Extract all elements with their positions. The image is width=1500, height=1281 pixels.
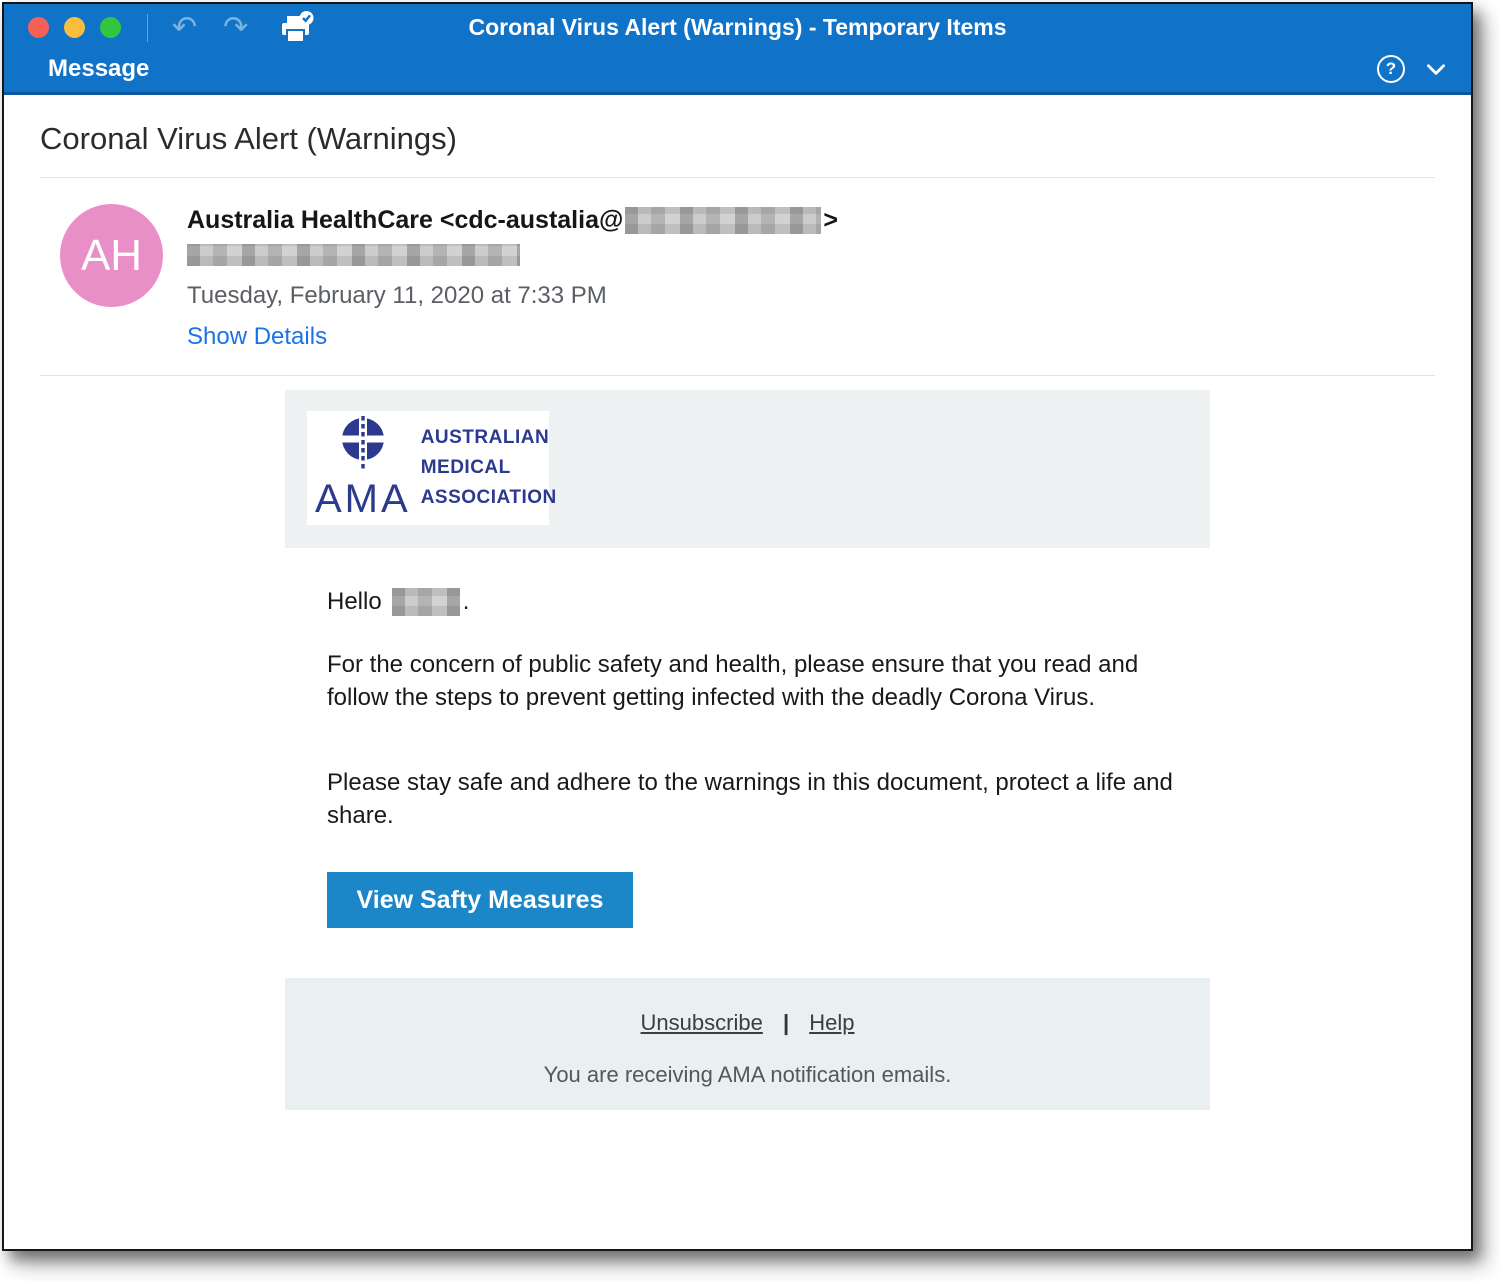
greeting-prefix: Hello <box>327 588 382 615</box>
unsubscribe-link[interactable]: Unsubscribe <box>641 1010 763 1035</box>
avatar: AH <box>60 204 163 307</box>
minimize-window-button[interactable] <box>64 17 85 38</box>
view-safety-measures-button[interactable]: View Safty Measures <box>327 872 633 928</box>
ribbon-tab-row: Message ? <box>4 51 1471 92</box>
avatar-initials: AH <box>80 230 143 280</box>
paragraph-1-line-1: For the concern of public safety and hea… <box>327 651 1139 678</box>
redacted-email-domain <box>625 207 822 234</box>
redacted-recipient-line <box>187 244 520 266</box>
redacted-recipient-name <box>391 588 460 616</box>
ama-logo-text: AUSTRALIAN MEDICAL ASSOCIATION <box>421 423 557 513</box>
ama-logo: AMA AUSTRALIAN MEDICAL ASSOCIATION <box>307 411 556 525</box>
window-header: ↶ ↷ Coronal Virus Alert (Warnings) - Tem… <box>4 4 1471 95</box>
sender-name-email: Australia HealthCare <cdc-austalia@ <box>187 206 624 234</box>
print-button[interactable] <box>278 10 314 46</box>
help-icon[interactable]: ? <box>1377 54 1405 83</box>
sender-email-close: > <box>823 206 838 234</box>
greeting-line: Hello . <box>327 588 1210 616</box>
email-body: AMA AUSTRALIAN MEDICAL ASSOCIATION Hello… <box>285 390 1210 1110</box>
ama-text-line1: AUSTRALIAN <box>420 427 550 448</box>
undo-icon[interactable]: ↶ <box>172 12 197 43</box>
help-glyph: ? <box>1385 58 1397 78</box>
email-footer-band: Unsubscribe | Help You are receiving AMA… <box>285 978 1210 1110</box>
ama-text-line2: MEDICAL <box>420 457 511 478</box>
show-details-link[interactable]: Show Details <box>187 323 327 351</box>
chevron-down-icon[interactable] <box>1423 56 1449 82</box>
message-subject: Coronal Virus Alert (Warnings) <box>40 121 457 156</box>
outlook-message-window: ↶ ↷ Coronal Virus Alert (Warnings) - Tem… <box>2 2 1473 1251</box>
footer-help-link[interactable]: Help <box>809 1010 854 1035</box>
footer-links-separator: | <box>782 1010 790 1035</box>
paragraph-2: Please stay safe and adhere to the warni… <box>327 766 1210 832</box>
footer-links: Unsubscribe | Help <box>285 1010 1210 1036</box>
traffic-lights <box>28 17 121 38</box>
titlebar: ↶ ↷ Coronal Virus Alert (Warnings) - Tem… <box>4 4 1471 51</box>
paragraph-2-line-1: Please stay safe and adhere to the warni… <box>327 769 1173 796</box>
ama-logo-mark: AMA <box>315 414 411 522</box>
titlebar-divider <box>147 13 148 42</box>
close-window-button[interactable] <box>28 17 49 38</box>
paragraph-2-line-2: share. <box>327 802 394 829</box>
tab-message[interactable]: Message <box>48 55 149 83</box>
paragraph-1: For the concern of public safety and hea… <box>327 648 1210 714</box>
email-header-band: AMA AUSTRALIAN MEDICAL ASSOCIATION <box>285 390 1210 548</box>
sender-info: Australia HealthCare <cdc-austalia@ > Tu… <box>187 204 838 351</box>
zoom-window-button[interactable] <box>100 17 121 38</box>
printer-icon <box>282 10 314 43</box>
email-text-column: Hello . For the concern of public safety… <box>285 548 1210 928</box>
redo-icon[interactable]: ↷ <box>223 12 248 43</box>
globe-caduceus-icon <box>337 414 388 469</box>
ama-abbr: AMA <box>315 476 411 521</box>
sender-line: Australia HealthCare <cdc-austalia@ > <box>187 206 838 235</box>
greeting-suffix: . <box>462 588 470 615</box>
tabrow-right-controls: ? <box>1377 54 1449 83</box>
sent-date: Tuesday, February 11, 2020 at 7:33 PM <box>187 282 607 309</box>
sender-section: AH Australia HealthCare <cdc-austalia@ >… <box>40 178 1435 376</box>
footer-note: You are receiving AMA notification email… <box>543 1062 952 1087</box>
paragraph-1-line-2: follow the steps to prevent getting infe… <box>327 684 1096 711</box>
ama-text-line3: ASSOCIATION <box>420 487 557 508</box>
